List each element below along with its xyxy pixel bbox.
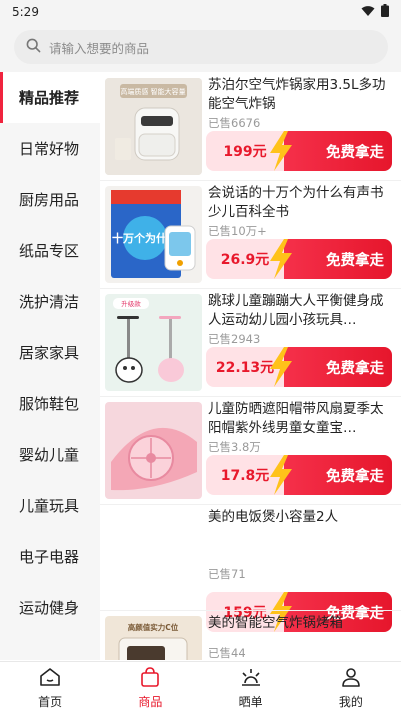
tab-showcase-label: 晒单 xyxy=(238,694,263,709)
bag-icon xyxy=(139,666,161,690)
sidebar-item-electronics[interactable]: 电子电器 xyxy=(0,531,100,582)
search-icon xyxy=(26,38,41,57)
tab-showcase[interactable]: 晒单 xyxy=(201,662,301,714)
wifi-icon xyxy=(361,5,375,20)
product-sold-count: 已售44 xyxy=(208,646,246,660)
product-image-jump-ball: 升级款 xyxy=(105,294,202,391)
user-icon xyxy=(340,667,362,690)
product-image-air-fryer-oven: 高颜值实力C位 xyxy=(105,616,202,660)
free-take-label: 免费拿走 xyxy=(326,468,384,485)
product-card[interactable]: 美的电饭煲小容量2人 已售71 159元 免费拿走 xyxy=(100,504,401,632)
free-take-button[interactable]: 22.13元 免费拿走 xyxy=(206,347,392,387)
svg-text:升级款: 升级款 xyxy=(121,299,141,308)
tab-home[interactable]: 首页 xyxy=(0,662,100,714)
tab-mine[interactable]: 我的 xyxy=(301,662,401,714)
lightning-icon xyxy=(266,131,296,171)
product-title: 美的电饭煲小容量2人 xyxy=(208,509,339,525)
product-title: 会说话的十万个为什么有声书少儿百科全书 xyxy=(208,185,384,220)
divider xyxy=(100,610,401,611)
free-take-button[interactable]: 17.8元 免费拿走 xyxy=(206,455,392,495)
home-icon xyxy=(39,667,61,690)
tab-products[interactable]: 商品 xyxy=(100,662,200,714)
sidebar-item-paper[interactable]: 纸品专区 xyxy=(0,225,100,276)
category-sidebar: 精品推荐 日常好物 厨房用品 纸品专区 洗护清洁 居家家具 服饰鞋包 婴幼儿童 … xyxy=(0,72,100,660)
status-bar: 5:29 xyxy=(0,0,401,24)
product-title: 苏泊尔空气炸锅家用3.5L多功能空气炸锅 xyxy=(208,77,386,112)
free-take-button[interactable]: 26.9元 免费拿走 xyxy=(206,239,392,279)
product-card[interactable]: 十万个为什么 会说话的十万个为什么有声书少儿百科全书 已售10万+ 26.9元 … xyxy=(100,180,401,288)
divider xyxy=(100,180,401,181)
sidebar-item-cleaning[interactable]: 洗护清洁 xyxy=(0,276,100,327)
product-title: 跳球儿童蹦蹦大人平衡健身成人运动幼儿园小孩玩具… xyxy=(208,293,384,328)
battery-icon xyxy=(381,4,389,20)
free-take-label: 免费拿走 xyxy=(326,360,384,377)
bottom-tab-bar: 首页 商品 晒单 我的 xyxy=(0,661,401,714)
divider xyxy=(100,396,401,397)
sidebar-item-daily-goods[interactable]: 日常好物 xyxy=(0,123,100,174)
sidebar-item-recommended[interactable]: 精品推荐 xyxy=(0,72,100,123)
tab-products-label: 商品 xyxy=(138,694,163,709)
product-image-rice-cooker xyxy=(105,510,202,607)
lightning-icon xyxy=(266,455,296,495)
lightning-icon xyxy=(266,239,296,279)
svg-text:高端质感 智能大容量: 高端质感 智能大容量 xyxy=(120,87,185,96)
product-sold-count: 已售10万+ xyxy=(208,224,267,238)
product-card[interactable]: 升级款 跳球儿童蹦蹦大人平衡健身成人运动幼儿园小孩玩具… 已售2943 22.1… xyxy=(100,288,401,396)
product-sold-count: 已售2943 xyxy=(208,332,261,346)
product-list: 高端质感 智能大容量 苏泊尔空气炸锅家用3.5L多功能空气炸锅 已售6676 1… xyxy=(100,72,401,660)
sun-icon xyxy=(240,667,262,690)
sidebar-item-toys[interactable]: 儿童玩具 xyxy=(0,480,100,531)
search-bar: 请输入想要的商品 xyxy=(0,24,401,72)
sidebar-item-apparel[interactable]: 服饰鞋包 xyxy=(0,378,100,429)
product-card[interactable]: 儿童防晒遮阳帽带风扇夏季太阳帽紫外线男童女童宝… 已售3.8万 17.8元 免费… xyxy=(100,396,401,504)
free-take-button[interactable]: 199元 免费拿走 xyxy=(206,131,392,171)
sidebar-item-furniture[interactable]: 居家家具 xyxy=(0,327,100,378)
product-title: 儿童防晒遮阳帽带风扇夏季太阳帽紫外线男童女童宝… xyxy=(208,401,384,436)
search-input[interactable]: 请输入想要的商品 xyxy=(14,30,388,64)
product-card[interactable]: 高端质感 智能大容量 苏泊尔空气炸锅家用3.5L多功能空气炸锅 已售6676 1… xyxy=(100,72,401,180)
product-image-air-fryer: 高端质感 智能大容量 xyxy=(105,78,202,175)
status-time: 5:29 xyxy=(12,5,39,19)
divider xyxy=(100,288,401,289)
tab-home-label: 首页 xyxy=(38,694,63,709)
product-sold-count: 已售71 xyxy=(208,567,246,581)
product-sold-count: 已售3.8万 xyxy=(208,440,261,454)
product-sold-count: 已售6676 xyxy=(208,116,261,130)
product-image-book: 十万个为什么 xyxy=(105,186,202,283)
divider xyxy=(100,504,401,505)
search-placeholder: 请输入想要的商品 xyxy=(49,40,150,56)
tab-mine-label: 我的 xyxy=(338,694,363,709)
free-take-label: 免费拿走 xyxy=(326,252,384,269)
lightning-icon xyxy=(266,347,296,387)
svg-text:高颜值实力C位: 高颜值实力C位 xyxy=(128,622,179,632)
sidebar-item-baby[interactable]: 婴幼儿童 xyxy=(0,429,100,480)
sidebar-item-sports[interactable]: 运动健身 xyxy=(0,582,100,633)
product-image-fan-hat xyxy=(105,402,202,499)
product-card[interactable]: 高颜值实力C位 美的智能空气炸锅烤箱 已售44 xyxy=(100,610,401,660)
product-title: 美的智能空气炸锅烤箱 xyxy=(208,615,343,631)
sidebar-item-kitchen[interactable]: 厨房用品 xyxy=(0,174,100,225)
free-take-label: 免费拿走 xyxy=(326,144,384,161)
